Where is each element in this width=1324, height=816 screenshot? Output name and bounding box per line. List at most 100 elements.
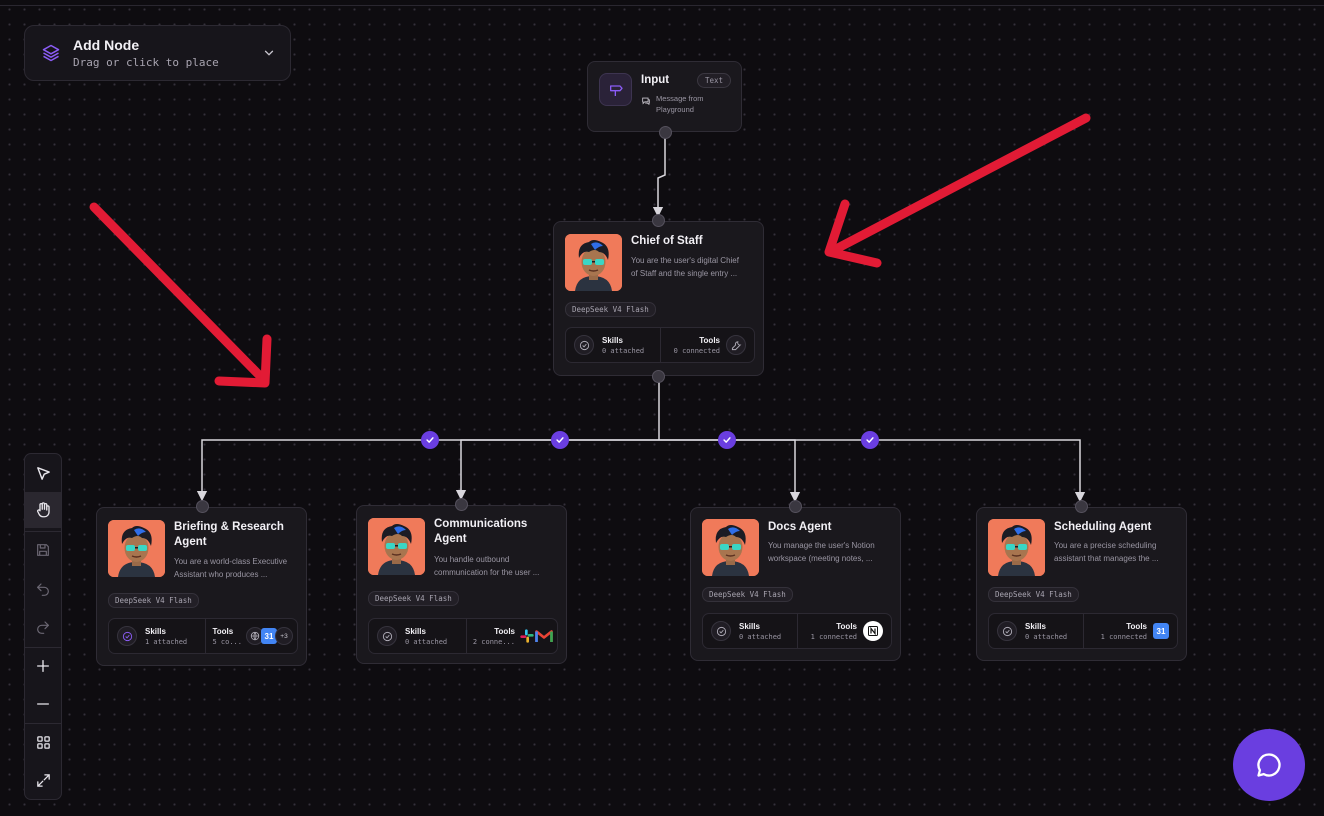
input-output-handle[interactable] bbox=[659, 126, 672, 139]
plus-icon bbox=[37, 660, 49, 672]
skills-section[interactable]: Skills 0 attached bbox=[566, 328, 660, 362]
agent-name: Communications Agent bbox=[434, 518, 528, 545]
agent-node-docs[interactable]: Docs Agent You manage the user's Notion w… bbox=[690, 500, 901, 661]
tools-count: 2 conne... bbox=[472, 637, 515, 646]
tools-label: Tools bbox=[699, 335, 720, 345]
edge-input-chief bbox=[652, 138, 666, 218]
redo-button[interactable] bbox=[25, 608, 61, 644]
minus-icon bbox=[37, 703, 49, 705]
tools-label: Tools bbox=[212, 626, 234, 636]
chief-input-handle[interactable] bbox=[652, 214, 665, 227]
branch-check-icon[interactable] bbox=[551, 431, 569, 449]
skills-icon bbox=[377, 626, 397, 646]
agent-input-handle[interactable] bbox=[196, 500, 209, 513]
skills-tools-bar: Skills 0 attached Tools 2 conne... bbox=[368, 618, 558, 654]
agent-input-handle[interactable] bbox=[455, 498, 468, 511]
skills-icon bbox=[711, 621, 731, 641]
input-node-description: Message from Playground bbox=[656, 94, 704, 114]
skills-count: 0 attached bbox=[739, 632, 782, 641]
model-badge: DeepSeek V4 Flash bbox=[702, 587, 793, 602]
agent-description: You are a precise scheduling assistant th… bbox=[1054, 541, 1159, 563]
skills-label: Skills bbox=[405, 626, 426, 636]
auto-layout-button[interactable] bbox=[25, 724, 61, 760]
tools-label: Tools bbox=[494, 626, 515, 636]
model-badge: DeepSeek V4 Flash bbox=[108, 593, 199, 608]
agent-description: You are the user's digital Chief of Staff… bbox=[631, 256, 739, 278]
zoom-in-button[interactable] bbox=[25, 648, 61, 684]
pan-tool-button[interactable] bbox=[25, 492, 61, 528]
save-icon bbox=[37, 544, 49, 556]
redo-icon bbox=[37, 621, 49, 634]
fit-view-button[interactable] bbox=[25, 762, 61, 798]
hand-icon bbox=[37, 502, 50, 518]
tools-label: Tools bbox=[836, 621, 857, 631]
grid-icon bbox=[36, 735, 50, 749]
skills-count: 0 attached bbox=[602, 346, 645, 355]
tools-section[interactable]: Tools 0 connected bbox=[659, 328, 755, 362]
tools-section[interactable]: Tools 1 connected bbox=[796, 614, 892, 648]
tools-count: 0 connected bbox=[673, 346, 720, 355]
chief-output-handle[interactable] bbox=[652, 370, 665, 383]
skills-tools-bar: Skills 0 attached Tools 0 connected bbox=[565, 327, 755, 363]
agent-avatar bbox=[702, 519, 759, 576]
skills-section[interactable]: Skills 0 attached bbox=[703, 614, 797, 648]
add-node-panel[interactable]: Add Node Drag or click to place bbox=[24, 25, 291, 81]
agent-name: Chief of Staff bbox=[631, 235, 703, 247]
layers-icon bbox=[42, 44, 60, 62]
wrench-icon bbox=[726, 335, 746, 355]
branch-check-icon[interactable] bbox=[718, 431, 736, 449]
expand-icon bbox=[36, 773, 50, 787]
skills-label: Skills bbox=[739, 621, 760, 631]
annotation-arrow-left bbox=[89, 202, 272, 388]
model-badge: DeepSeek V4 Flash bbox=[565, 302, 656, 317]
skills-section[interactable]: Skills 0 attached bbox=[989, 614, 1083, 648]
agent-name: Docs Agent bbox=[768, 521, 832, 533]
agent-input-handle[interactable] bbox=[1075, 500, 1088, 513]
skills-count: 0 attached bbox=[405, 637, 448, 646]
gmail-icon bbox=[535, 630, 553, 642]
add-node-title: Add Node bbox=[73, 37, 140, 53]
skills-tools-bar: Skills 0 attached Tools 1 connected 31 bbox=[988, 613, 1178, 649]
notion-icon bbox=[863, 621, 883, 641]
agent-avatar bbox=[565, 234, 622, 291]
agent-description: You are a world-class Executive Assistant… bbox=[174, 557, 288, 579]
skills-tools-bar: Skills 0 attached Tools 1 connected bbox=[702, 613, 892, 649]
agent-node-communications[interactable]: Communications Agent You handle outbound c… bbox=[356, 498, 567, 664]
canvas-toolbar bbox=[24, 453, 62, 800]
branch-check-icon[interactable] bbox=[861, 431, 879, 449]
google-calendar-icon: 31 bbox=[1153, 623, 1169, 639]
branch-check-icon[interactable] bbox=[421, 431, 439, 449]
tools-section[interactable]: Tools 1 connected 31 bbox=[1082, 614, 1178, 648]
tools-count: 5 co... bbox=[212, 637, 242, 646]
agent-avatar bbox=[108, 520, 165, 577]
tools-count: 1 connected bbox=[1100, 632, 1147, 641]
agent-name: Scheduling Agent bbox=[1054, 521, 1152, 533]
skills-tools-bar: Skills 1 attached Tools 5 co... 31 +3 bbox=[108, 618, 298, 654]
agent-node-briefing-research[interactable]: Briefing & Research Agent You are a world… bbox=[96, 500, 307, 666]
chevron-down-icon[interactable] bbox=[262, 46, 276, 60]
chat-bubble-icon bbox=[1257, 753, 1281, 777]
skills-label: Skills bbox=[145, 626, 166, 636]
cursor-icon bbox=[36, 466, 50, 480]
agent-avatar bbox=[988, 519, 1045, 576]
save-button[interactable] bbox=[25, 532, 61, 568]
tools-label: Tools bbox=[1126, 621, 1147, 631]
undo-button[interactable] bbox=[25, 570, 61, 606]
skills-section[interactable]: Skills 0 attached bbox=[369, 619, 466, 653]
agent-node-chief-of-staff[interactable]: Chief of Staff You are the user's digita… bbox=[553, 214, 764, 383]
add-node-subtitle: Drag or click to place bbox=[73, 56, 219, 69]
skills-count: 1 attached bbox=[145, 637, 188, 646]
more-tools-count: +3 bbox=[275, 627, 293, 645]
skills-icon bbox=[574, 335, 594, 355]
select-tool-button[interactable] bbox=[25, 455, 61, 491]
agent-node-scheduling[interactable]: Scheduling Agent You are a precise sched… bbox=[976, 500, 1187, 661]
skills-section[interactable]: Skills 1 attached bbox=[109, 619, 205, 653]
tools-section[interactable]: Tools 2 conne... bbox=[465, 619, 558, 653]
model-badge: DeepSeek V4 Flash bbox=[368, 591, 459, 606]
zoom-out-button[interactable] bbox=[25, 686, 61, 722]
agent-input-handle[interactable] bbox=[789, 500, 802, 513]
input-node[interactable]: Input Text Message from Playground bbox=[587, 61, 742, 139]
tools-section[interactable]: Tools 5 co... 31 +3 bbox=[205, 619, 297, 653]
skills-label: Skills bbox=[602, 335, 623, 345]
chat-button[interactable] bbox=[1233, 729, 1305, 801]
